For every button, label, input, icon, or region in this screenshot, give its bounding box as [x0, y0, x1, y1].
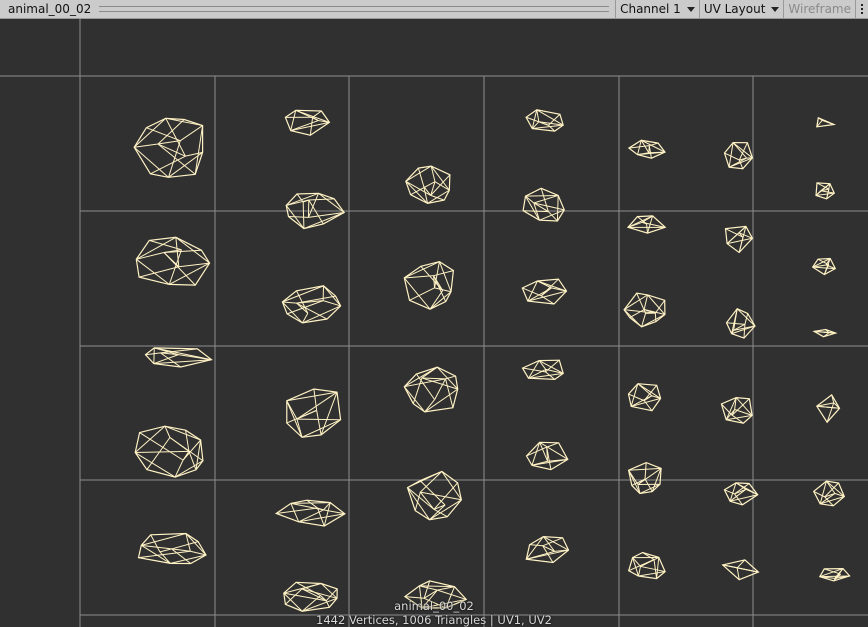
uv-island — [284, 109, 331, 136]
channel-dropdown-label: Channel 1 — [620, 2, 681, 16]
uv-island — [525, 109, 564, 132]
uv-canvas[interactable] — [0, 19, 868, 627]
uv-island — [521, 278, 568, 305]
uv-island — [137, 532, 207, 565]
uv-island — [521, 359, 564, 381]
chevron-down-icon — [771, 7, 780, 12]
uv-island — [815, 182, 836, 200]
uv-island — [281, 285, 342, 324]
uv-island — [627, 461, 662, 495]
uv-island — [286, 388, 342, 438]
view-mode-dropdown[interactable]: UV Layout — [698, 0, 784, 18]
uv-island — [403, 580, 468, 609]
uv-island — [723, 141, 754, 170]
wireframe-toggle[interactable]: Wireframe — [783, 0, 855, 18]
uv-layout-window: animal_00_02 Channel 1 UV Layout Wirefra… — [0, 0, 868, 627]
uv-island — [406, 470, 463, 521]
uv-island — [815, 394, 841, 424]
uv-island — [525, 535, 570, 564]
drag-handle[interactable] — [99, 6, 610, 12]
uv-island — [816, 116, 837, 128]
uv-island — [623, 292, 666, 328]
uv-island — [274, 499, 346, 527]
window-title: animal_00_02 — [8, 2, 92, 16]
uv-island — [403, 260, 455, 310]
uv-islands — [133, 109, 851, 612]
uv-island — [283, 581, 338, 612]
uv-island — [525, 441, 569, 471]
uv-island — [627, 551, 666, 580]
channel-dropdown[interactable]: Channel 1 — [615, 0, 699, 18]
more-options-icon[interactable] — [855, 0, 868, 18]
uv-island — [720, 396, 753, 424]
uv-island — [144, 347, 213, 368]
uv-island — [626, 215, 667, 234]
uv-viewport[interactable]: animal_00_02 1442 Vertices, 1006 Triangl… — [0, 19, 868, 627]
uv-grid — [0, 19, 868, 627]
uv-island — [522, 187, 565, 222]
toolbar: animal_00_02 Channel 1 UV Layout Wirefra… — [0, 0, 868, 19]
chevron-down-icon — [686, 7, 695, 12]
uv-island — [627, 139, 666, 159]
uv-island — [133, 117, 204, 178]
uv-island — [627, 383, 662, 412]
uv-island — [812, 328, 838, 338]
uv-island — [811, 257, 837, 276]
view-mode-dropdown-label: UV Layout — [703, 2, 766, 16]
uv-island — [403, 366, 459, 413]
uv-island — [812, 480, 846, 507]
uv-island — [405, 165, 451, 205]
uv-island — [134, 425, 204, 478]
uv-island — [725, 308, 756, 339]
uv-island — [818, 567, 851, 582]
uv-island — [135, 236, 211, 286]
uv-island — [724, 225, 754, 254]
